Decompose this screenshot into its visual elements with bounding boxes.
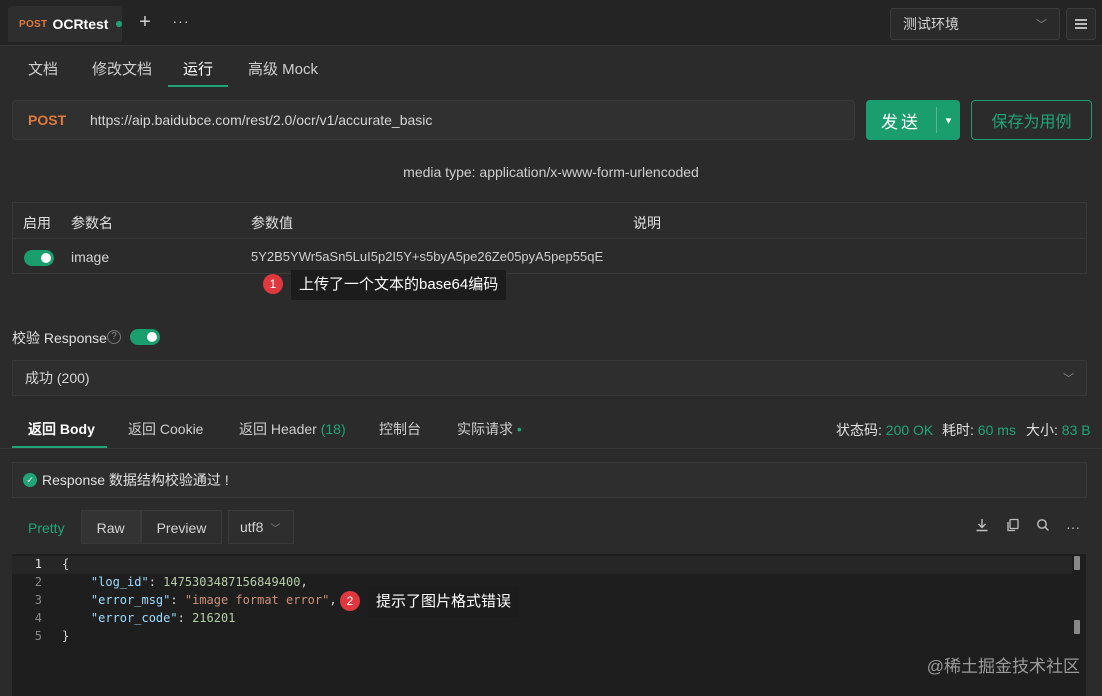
json-key: "log_id" xyxy=(90,575,149,589)
line-number: 5 xyxy=(34,629,42,643)
size-label: 大小: xyxy=(1026,422,1058,438)
code-line: "error_msg": "image format error", xyxy=(90,593,337,607)
header-count: (18) xyxy=(320,421,346,437)
param-value-cell[interactable]: 5Y2B5YWr5aSn5LuI5p2I5Y+s5byA5pe26Ze05pyA… xyxy=(251,249,603,264)
tab-response-cookie[interactable]: 返回 Cookie xyxy=(128,419,203,439)
method-select[interactable]: POST xyxy=(28,112,90,128)
line-number: 1 xyxy=(34,557,42,571)
size-value: 83 B xyxy=(1061,422,1091,438)
tab-console[interactable]: 控制台 xyxy=(379,419,421,439)
environment-label: 测试环境 xyxy=(903,16,959,32)
list-icon xyxy=(1075,19,1087,29)
status-code-value: 200 OK xyxy=(885,422,934,438)
help-icon[interactable]: ? xyxy=(107,330,121,344)
tab-docs[interactable]: 文档 xyxy=(28,58,58,78)
chevron-down-icon: ﹀ xyxy=(1063,373,1074,385)
more-icon[interactable]: ··· xyxy=(1064,518,1082,536)
status-code-label: 状态码: xyxy=(836,422,882,438)
json-key: "error_msg" xyxy=(90,593,171,607)
encoding-select[interactable]: utf8 ﹀ xyxy=(228,510,294,544)
request-tab[interactable]: POST OCRtest xyxy=(8,6,122,42)
format-raw[interactable]: Raw xyxy=(80,510,141,544)
code-line: "log_id": 1475303487156849400, xyxy=(90,575,308,589)
header-param-value: 参数值 xyxy=(251,215,293,231)
check-circle-icon: ✓ xyxy=(23,473,37,487)
scrollbar-thumb[interactable] xyxy=(1074,620,1080,634)
more-tabs-button[interactable]: ··· xyxy=(170,11,192,33)
search-icon[interactable] xyxy=(1034,518,1052,536)
tab-advanced-mock[interactable]: 高级 Mock xyxy=(248,58,318,78)
status-dot-icon: • xyxy=(516,421,522,437)
chevron-down-icon: ﹀ xyxy=(270,523,281,535)
json-string: "image format error" xyxy=(184,593,330,607)
send-button-label: 发送 xyxy=(881,112,921,132)
json-number: 1475303487156849400 xyxy=(163,575,301,589)
chevron-down-icon: ﹀ xyxy=(1036,19,1047,31)
params-table: 启用 参数名 参数值 说明 image 5Y2B5YWr5aSn5LuI5p2I… xyxy=(12,202,1087,274)
params-table-header: 启用 参数名 参数值 说明 xyxy=(13,203,1086,239)
response-status-label: 成功 (200) xyxy=(25,370,90,386)
json-key: "error_code" xyxy=(90,611,178,625)
chevron-down-icon[interactable]: ▾ xyxy=(937,114,960,127)
tab-response-header-label: 返回 Header xyxy=(239,421,317,437)
unsaved-dot-icon xyxy=(116,21,122,27)
environment-menu-button[interactable] xyxy=(1066,8,1096,40)
line-number: 2 xyxy=(34,575,42,589)
line-number: 4 xyxy=(34,611,42,625)
header-param-name: 参数名 xyxy=(71,215,113,231)
line-number: 3 xyxy=(34,593,42,607)
tab-actual-request[interactable]: 实际请求 • xyxy=(457,419,522,439)
tab-response-body[interactable]: 返回 Body xyxy=(28,419,95,439)
environment-select[interactable]: 测试环境 ﹀ xyxy=(890,8,1060,40)
code-close-brace: } xyxy=(62,629,70,643)
validate-response-label: 校验 Response xyxy=(12,330,107,346)
send-button[interactable]: 发送 ▾ xyxy=(866,100,960,140)
active-response-tab-indicator xyxy=(12,446,107,448)
format-tabs: Pretty Raw Preview xyxy=(12,510,223,544)
active-tab-indicator xyxy=(168,85,228,87)
tab-edit-docs[interactable]: 修改文档 xyxy=(92,58,152,78)
annotation-badge: 2 xyxy=(340,591,360,611)
validation-result: ✓ Response 数据结构校验通过 ! xyxy=(12,462,1087,498)
code-open-brace: { xyxy=(62,557,70,571)
response-tabs-divider xyxy=(0,448,1102,449)
status-code-stat: 状态码: 200 OK xyxy=(836,420,933,440)
json-number: 216201 xyxy=(192,611,236,625)
scrollbar-thumb[interactable] xyxy=(1074,556,1080,570)
request-tab-name: OCRtest xyxy=(52,16,109,32)
param-enabled-toggle[interactable] xyxy=(24,250,54,266)
response-status-select[interactable]: 成功 (200) ﹀ xyxy=(12,360,1087,396)
header-enabled: 启用 xyxy=(23,215,51,231)
param-name-cell[interactable]: image xyxy=(71,249,109,265)
save-as-case-button[interactable]: 保存为用例 xyxy=(971,100,1092,140)
format-preview[interactable]: Preview xyxy=(140,510,223,544)
copy-icon[interactable] xyxy=(1004,518,1022,536)
annotation-badge: 1 xyxy=(263,274,283,294)
tab-run[interactable]: 运行 xyxy=(183,58,213,78)
time-value: 60 ms xyxy=(977,422,1016,438)
media-type-label: media type: application/x-www-form-urlen… xyxy=(403,164,699,180)
validation-result-text: Response 数据结构校验通过 ! xyxy=(42,472,229,488)
current-line-highlight xyxy=(12,556,1072,574)
tab-response-header[interactable]: 返回 Header (18) xyxy=(239,419,346,439)
new-tab-button[interactable]: + xyxy=(134,11,156,33)
encoding-label: utf8 xyxy=(240,519,264,535)
url-bar[interactable]: POST https://aip.baidubce.com/rest/2.0/o… xyxy=(12,100,855,140)
request-tab-method: POST xyxy=(19,18,48,30)
tab-actual-request-label: 实际请求 xyxy=(457,421,513,437)
annotation-callout: 提示了图片格式错误 xyxy=(368,587,520,617)
validate-response-toggle[interactable] xyxy=(130,329,160,345)
annotation-callout: 上传了一个文本的base64编码 xyxy=(291,270,507,300)
time-label: 耗时: xyxy=(942,422,974,438)
header-description: 说明 xyxy=(633,215,661,231)
watermark: @稀土掘金技术社区 xyxy=(926,657,1080,676)
download-icon[interactable] xyxy=(973,518,991,536)
response-code-view[interactable]: 1 2 3 4 5 { "log_id": 147530348715684940… xyxy=(12,554,1086,696)
size-stat: 大小: 83 B xyxy=(1026,420,1091,440)
format-pretty[interactable]: Pretty xyxy=(12,510,81,544)
url-input[interactable]: https://aip.baidubce.com/rest/2.0/ocr/v1… xyxy=(90,112,432,128)
code-line: "error_code": 216201 xyxy=(90,611,236,625)
time-stat: 耗时: 60 ms xyxy=(942,420,1016,440)
